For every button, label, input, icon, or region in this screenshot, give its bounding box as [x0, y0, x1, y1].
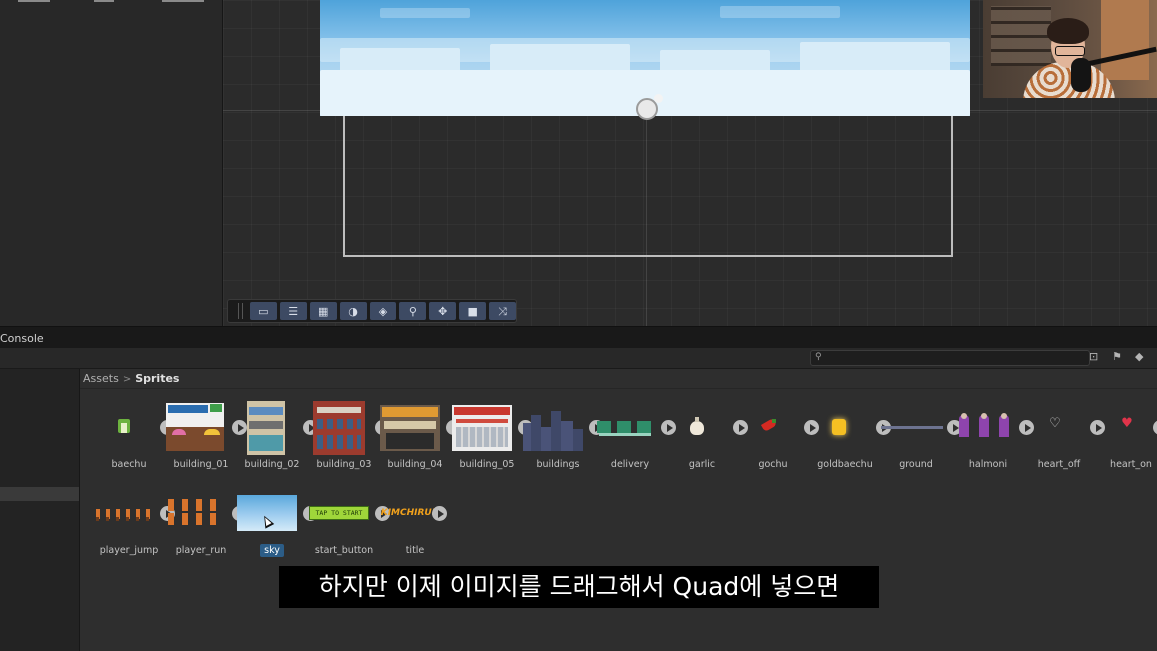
- folder-tree-selected-row[interactable]: [0, 487, 79, 501]
- asset-building-05[interactable]: building_05: [452, 401, 533, 479]
- asset-title[interactable]: KIMCHIRUN title: [380, 487, 452, 565]
- asset-building-03[interactable]: building_03: [309, 401, 390, 479]
- camera-gizmo-icon[interactable]: [636, 94, 663, 120]
- hierarchy-top-strip: [0, 0, 222, 4]
- asset-halmoni[interactable]: halmoni: [953, 401, 1034, 479]
- asset-building-01[interactable]: building_01: [166, 401, 247, 479]
- asset-goldbaechu[interactable]: goldbaechu: [810, 401, 891, 479]
- delivery-sprite-icon: [595, 401, 657, 455]
- breadcrumb-sprites[interactable]: Sprites: [135, 372, 179, 385]
- building-sprite-icon: [380, 401, 442, 455]
- filter-label-icon[interactable]: ⚑: [1112, 351, 1122, 362]
- move-tool-icon[interactable]: ✥: [429, 302, 457, 320]
- scene-tool-overlay: ▭ ☰ ▦ ◑ ◈ ⚲ ✥ ■ ⤨: [227, 299, 517, 323]
- heart-outline-sprite-icon: ♡: [1049, 416, 1061, 431]
- breadcrumb-assets[interactable]: Assets: [83, 372, 119, 385]
- asset-player-jump[interactable]: player_jump: [94, 487, 175, 565]
- search-icon: ⚲: [815, 352, 822, 362]
- player-run-sprite-icon: [166, 487, 228, 541]
- circle-tool-icon[interactable]: ◑: [339, 302, 367, 320]
- asset-baechu[interactable]: baechu: [94, 401, 175, 479]
- tag-icon[interactable]: ◆: [1135, 351, 1143, 362]
- garlic-sprite-icon: [667, 401, 729, 455]
- console-tab[interactable]: Console: [0, 332, 44, 345]
- grid-tool-icon[interactable]: ▦: [309, 302, 337, 320]
- pepper-sprite-icon: [738, 401, 800, 455]
- asset-label: title: [405, 545, 425, 556]
- play-animation-icon[interactable]: [432, 506, 447, 521]
- hierarchy-panel: [0, 0, 223, 326]
- cabbage-sprite-icon: [94, 401, 156, 455]
- player-jump-sprite-icon: [94, 487, 156, 541]
- project-folder-tree: [0, 369, 80, 651]
- start-button-sprite-icon: TAP TO START: [309, 487, 371, 541]
- asset-heart-on[interactable]: ♥ heart_on: [1096, 401, 1157, 479]
- building-sprite-icon: [309, 401, 371, 455]
- asset-label: buildings: [536, 459, 580, 470]
- asset-label: building_05: [459, 459, 515, 470]
- asset-label: building_02: [244, 459, 300, 470]
- rect-tool-icon[interactable]: ▭: [249, 302, 277, 320]
- asset-delivery[interactable]: delivery: [595, 401, 676, 479]
- breadcrumb-divider: [80, 388, 1157, 389]
- asset-start-button[interactable]: TAP TO START start_button: [309, 487, 390, 565]
- asset-building-04[interactable]: building_04: [380, 401, 461, 479]
- asset-label: gochu: [758, 459, 788, 470]
- gold-cabbage-sprite-icon: [810, 401, 872, 455]
- ground-sprite-icon: [881, 401, 943, 455]
- building-sprite-icon: [166, 401, 228, 455]
- asset-sky[interactable]: sky: [237, 487, 318, 565]
- video-subtitle: 하지만 이제 이미지를 드래그해서 Quad에 넣으면: [279, 566, 879, 608]
- asset-label: garlic: [688, 459, 716, 470]
- asset-label: goldbaechu: [817, 459, 873, 470]
- asset-label: start_button: [314, 545, 374, 556]
- asset-ground[interactable]: ground: [881, 401, 962, 479]
- project-toolbar: ⚲ ⊡ ⚑ ◆: [0, 348, 1157, 369]
- asset-label: player_jump: [99, 545, 159, 556]
- asset-label: heart_on: [1110, 459, 1152, 470]
- asset-label: building_03: [316, 459, 372, 470]
- asset-label: ground: [899, 459, 933, 470]
- asset-buildings[interactable]: buildings: [523, 401, 604, 479]
- asset-label: player_run: [175, 545, 227, 556]
- asset-label: sky: [231, 544, 313, 557]
- layers-tool-icon[interactable]: ◈: [369, 302, 397, 320]
- zoom-tool-icon[interactable]: ⚲: [399, 302, 427, 320]
- asset-label: delivery: [610, 459, 650, 470]
- microphone-icon: [1071, 58, 1091, 92]
- asset-label: halmoni: [968, 459, 1008, 470]
- asset-player-run[interactable]: player_run: [166, 487, 247, 565]
- skyline-sprite-icon: [523, 401, 585, 455]
- asset-label: heart_off: [1037, 459, 1081, 470]
- asset-label: building_04: [387, 459, 443, 470]
- breadcrumb: Assets > Sprites: [83, 371, 179, 387]
- asset-heart-off[interactable]: ♡ heart_off: [1024, 401, 1105, 479]
- asset-label: building_01: [173, 459, 229, 470]
- chevron-right-icon: >: [122, 374, 132, 385]
- camera-tool-icon[interactable]: ■: [459, 302, 487, 320]
- overlay-grip-icon[interactable]: [238, 303, 243, 319]
- asset-label: baechu: [111, 459, 147, 470]
- project-search[interactable]: ⚲: [810, 350, 1090, 366]
- transform-tool-icon[interactable]: ⤨: [489, 302, 517, 320]
- asset-garlic[interactable]: garlic: [667, 401, 748, 479]
- search-input[interactable]: [827, 351, 1067, 365]
- webcam-overlay: [983, 0, 1157, 98]
- align-tool-icon[interactable]: ☰: [279, 302, 307, 320]
- building-sprite-icon: [237, 401, 299, 455]
- camera-frame: [343, 116, 953, 257]
- console-tab-bar: Console: [0, 326, 1157, 349]
- building-sprite-icon: [452, 401, 514, 455]
- asset-gochu[interactable]: gochu: [738, 401, 819, 479]
- heart-filled-sprite-icon: ♥: [1121, 416, 1133, 431]
- project-assets-view: Assets > Sprites baechu building_01 buil…: [80, 369, 1157, 651]
- grandma-sprite-icon: [953, 401, 1015, 455]
- search-by-type-icon[interactable]: ⊡: [1089, 351, 1098, 362]
- asset-building-02[interactable]: building_02: [237, 401, 318, 479]
